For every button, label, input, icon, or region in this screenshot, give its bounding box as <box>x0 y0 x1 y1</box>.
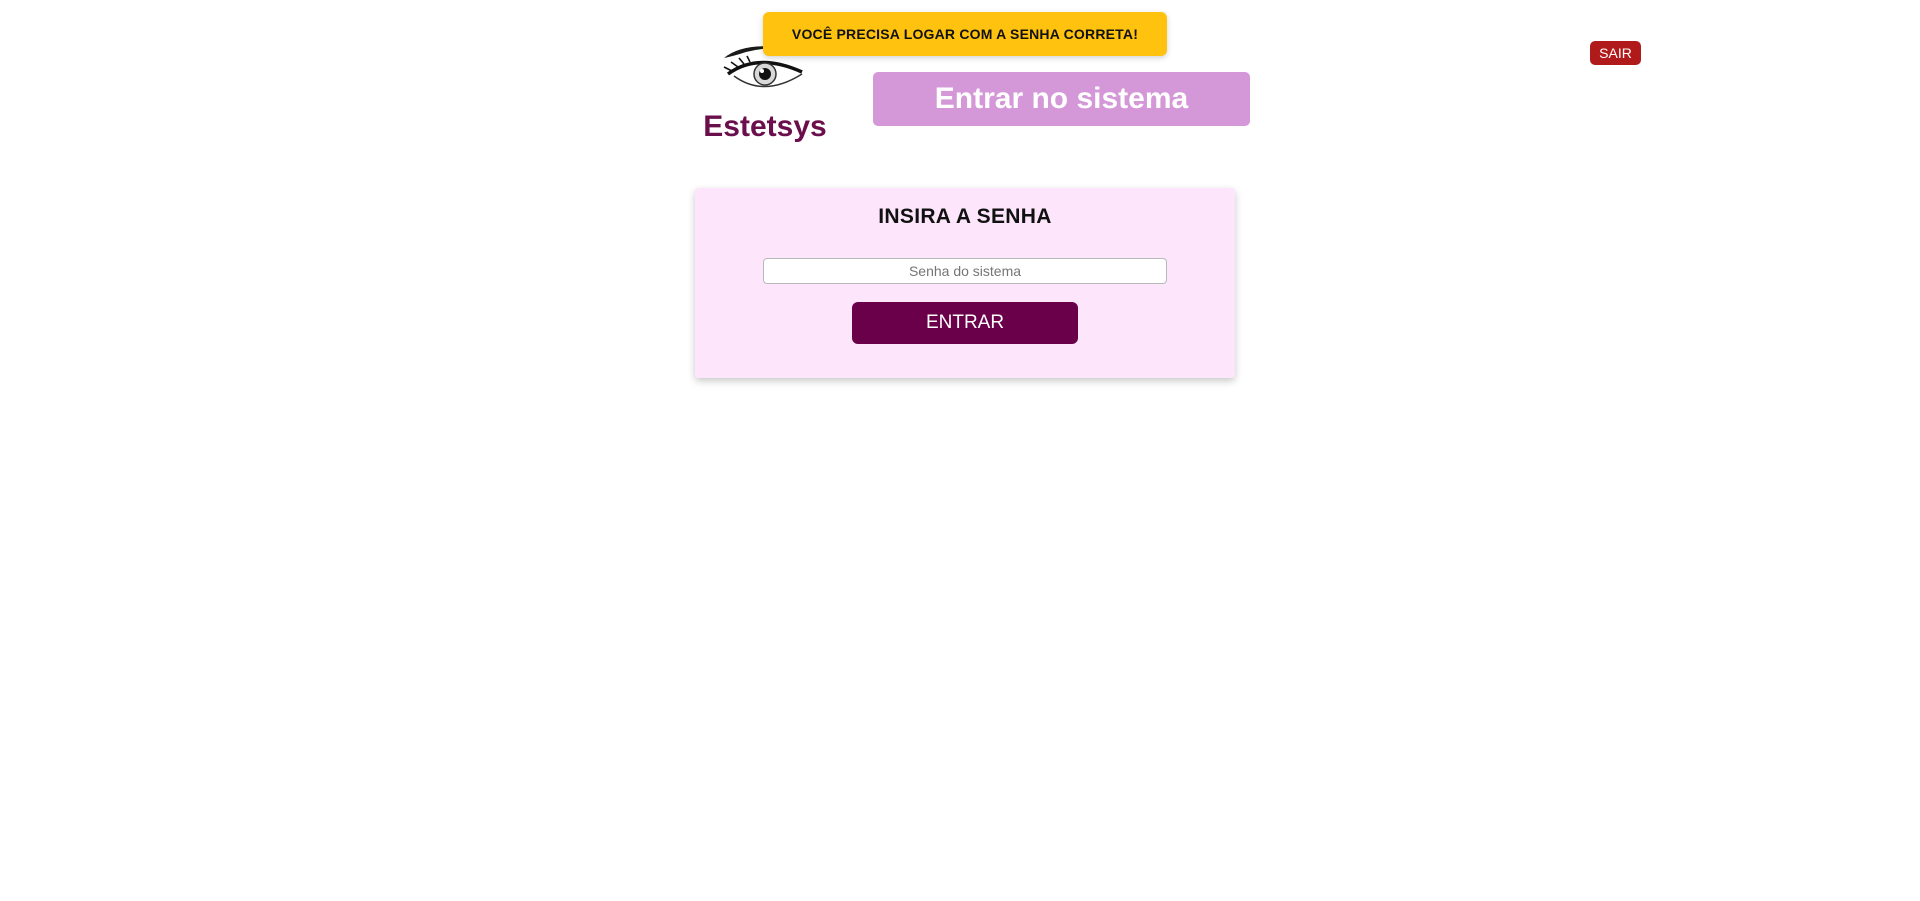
submit-button[interactable]: ENTRAR <box>852 302 1078 344</box>
alert-message: VOCÊ PRECISA LOGAR COM A SENHA CORRETA! <box>763 12 1167 56</box>
password-input[interactable] <box>763 258 1167 284</box>
login-card: INSIRA A SENHA ENTRAR <box>695 188 1235 378</box>
login-card-title: INSIRA A SENHA <box>878 205 1052 228</box>
page-title: Entrar no sistema <box>873 72 1250 126</box>
logout-button[interactable]: SAIR <box>1590 41 1641 65</box>
brand-name: Estetsys <box>703 110 827 143</box>
